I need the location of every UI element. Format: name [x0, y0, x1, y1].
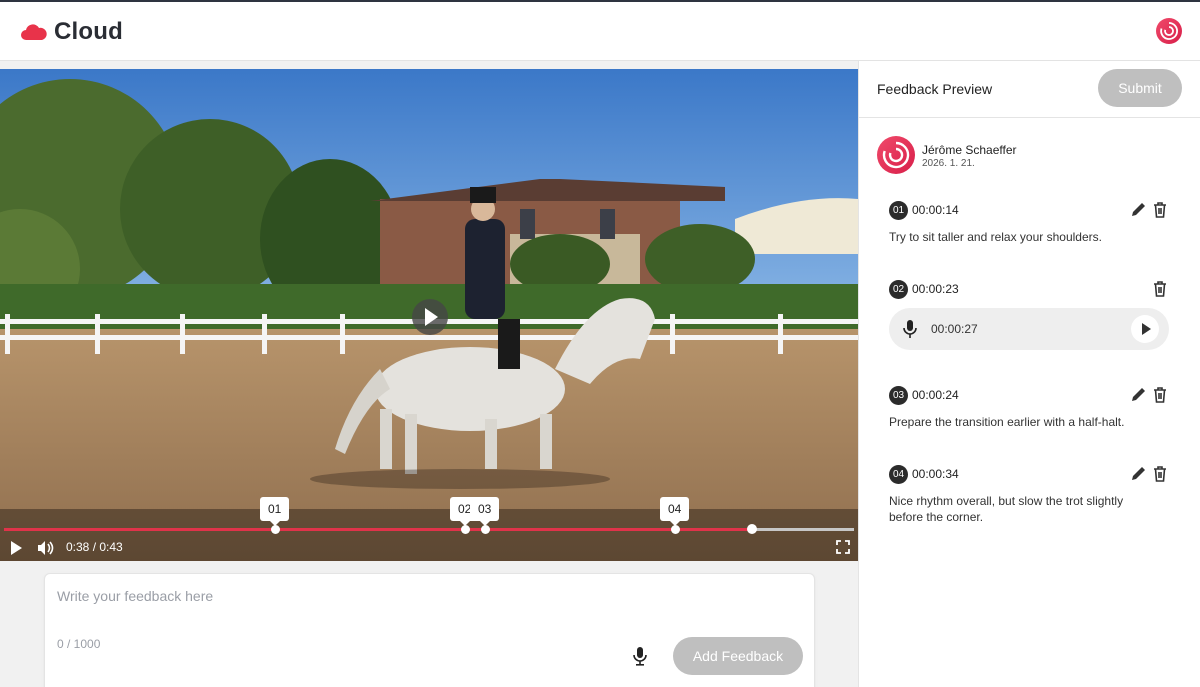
marker-dot-04[interactable] — [671, 525, 680, 534]
timeline-marker-01[interactable]: 01 — [260, 497, 290, 526]
video-player[interactable]: 01 02 03 04 0:38 / 0:43 — [0, 69, 858, 561]
progress-bar[interactable] — [4, 524, 854, 534]
feedback-text: Prepare the transition earlier with a ha… — [889, 415, 1125, 429]
time-display: 0:38 / 0:43 — [66, 540, 123, 554]
feedback-text: Try to sit taller and relax your shoulde… — [889, 230, 1102, 244]
playhead[interactable] — [747, 524, 757, 534]
feedback-number-badge: 04 — [889, 465, 908, 484]
trash-icon[interactable] — [1152, 201, 1168, 219]
app-header: Cloud — [0, 0, 1200, 61]
submit-button[interactable]: Submit — [1098, 69, 1182, 107]
feedback-textarea[interactable] — [57, 588, 797, 628]
profile-avatar-icon[interactable] — [1156, 18, 1182, 44]
reviewer-name: Jérôme Schaeffer — [922, 143, 1017, 157]
marker-dot-03[interactable] — [481, 525, 490, 534]
audio-feedback-player: 00:00:27 — [889, 308, 1169, 350]
add-feedback-button[interactable]: Add Feedback — [673, 637, 803, 675]
feedback-timestamp[interactable]: 00:00:23 — [912, 282, 959, 296]
marker-dot-01[interactable] — [271, 525, 280, 534]
timeline-marker-03[interactable]: 03 — [470, 497, 500, 526]
audio-length: 00:00:27 — [931, 322, 978, 336]
timeline-marker-04[interactable]: 04 — [660, 497, 690, 526]
fullscreen-icon[interactable] — [836, 540, 850, 554]
volume-icon[interactable] — [36, 539, 54, 557]
panel-title: Feedback Preview — [877, 81, 993, 97]
play-icon[interactable] — [11, 541, 22, 555]
feedback-number-badge: 02 — [889, 280, 908, 299]
feedback-number-badge: 01 — [889, 201, 908, 220]
microphone-icon — [903, 320, 917, 338]
feedback-preview-panel: Feedback Preview Submit Jérôme Schaeffer… — [858, 61, 1200, 687]
video-controls: 0:38 / 0:43 — [0, 537, 858, 561]
progress-fill — [4, 528, 752, 531]
feedback-timestamp[interactable]: 00:00:24 — [912, 388, 959, 402]
cloud-icon — [21, 24, 47, 40]
video-workspace: 01 02 03 04 0:38 / 0:43 0 / 100 — [0, 61, 858, 687]
trash-icon[interactable] — [1152, 280, 1168, 298]
reviewer-avatar-icon — [877, 136, 915, 174]
audio-play-button[interactable] — [1131, 315, 1159, 343]
feedback-input-card: 0 / 1000 Add Feedback — [44, 573, 815, 687]
panel-header: Feedback Preview Submit — [859, 61, 1200, 118]
reviewer-date: 2026. 1. 21. — [922, 158, 975, 169]
microphone-icon[interactable] — [631, 646, 649, 666]
feedback-timestamp[interactable]: 00:00:34 — [912, 467, 959, 481]
pencil-icon[interactable] — [1129, 386, 1147, 404]
trash-icon[interactable] — [1152, 386, 1168, 404]
pencil-icon[interactable] — [1129, 201, 1147, 219]
trash-icon[interactable] — [1152, 465, 1168, 483]
feedback-timestamp[interactable]: 00:00:14 — [912, 203, 959, 217]
center-play-button[interactable] — [412, 299, 448, 335]
feedback-number-badge: 03 — [889, 386, 908, 405]
feedback-text: Nice rhythm overall, but slow the trot s… — [889, 494, 1124, 524]
char-counter: 0 / 1000 — [57, 637, 101, 651]
pencil-icon[interactable] — [1129, 465, 1147, 483]
marker-dot-02[interactable] — [461, 525, 470, 534]
brand-name: Cloud — [54, 18, 123, 45]
brand-logo[interactable]: Cloud — [20, 18, 123, 46]
